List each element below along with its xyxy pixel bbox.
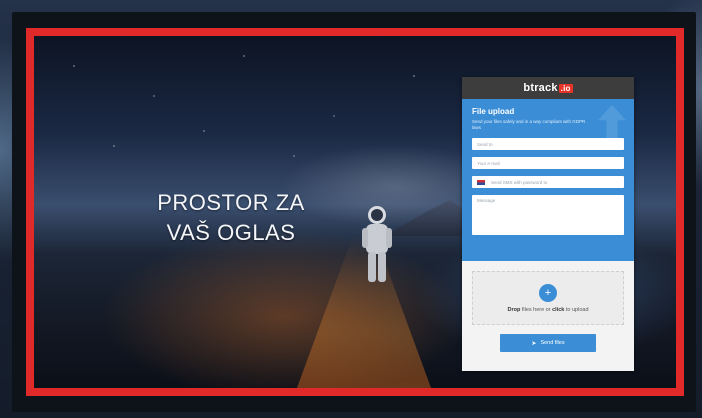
form-title: File upload bbox=[472, 107, 515, 116]
recipient-email-placeholder: Send to bbox=[477, 141, 493, 147]
btrack-logo: btrack .io bbox=[523, 82, 573, 94]
widget-header: btrack .io bbox=[462, 77, 634, 99]
headline-line-2: VAŠ OGLAS bbox=[166, 220, 296, 245]
drop-instructions: Drop files here or click to upload bbox=[507, 307, 588, 313]
send-label: Send files bbox=[540, 340, 565, 346]
country-flag-icon[interactable] bbox=[477, 179, 485, 185]
drop-text-1: files here or bbox=[520, 306, 553, 313]
astronaut-figure bbox=[362, 206, 392, 282]
phone-field[interactable]: Send SMS with password to bbox=[472, 176, 624, 188]
logo-text: btrack bbox=[523, 82, 558, 94]
click-strong: click bbox=[552, 306, 565, 313]
sender-email-field[interactable]: Your e-mail bbox=[472, 157, 624, 169]
upload-form: File upload Send your files safely and i… bbox=[462, 99, 634, 261]
drop-text-2: to upload bbox=[564, 306, 589, 313]
advert-banner[interactable]: PROSTOR ZA VAŠ OGLAS btrack .io File uplo… bbox=[26, 28, 684, 396]
send-files-button[interactable]: ➤ Send files bbox=[500, 334, 596, 352]
logo-badge: .io bbox=[558, 84, 573, 93]
recipient-email-field[interactable]: Send to bbox=[472, 138, 624, 150]
advert-headline: PROSTOR ZA VAŠ OGLAS bbox=[126, 188, 336, 248]
sender-email-placeholder: Your e-mail bbox=[477, 160, 500, 166]
form-description: Send your files safely and in a way comp… bbox=[472, 119, 586, 130]
phone-placeholder: Send SMS with password to bbox=[491, 179, 548, 185]
paper-plane-icon: ➤ bbox=[531, 340, 537, 347]
headline-line-1: PROSTOR ZA bbox=[157, 190, 305, 215]
add-file-icon[interactable]: + bbox=[539, 283, 557, 302]
drop-strong: Drop bbox=[507, 306, 521, 313]
upload-widget: btrack .io File upload Send your files sa… bbox=[462, 77, 634, 371]
file-drop-zone[interactable]: + Drop files here or click to upload bbox=[472, 271, 624, 325]
message-field[interactable]: Message bbox=[472, 195, 624, 235]
message-placeholder: Message bbox=[477, 198, 496, 203]
